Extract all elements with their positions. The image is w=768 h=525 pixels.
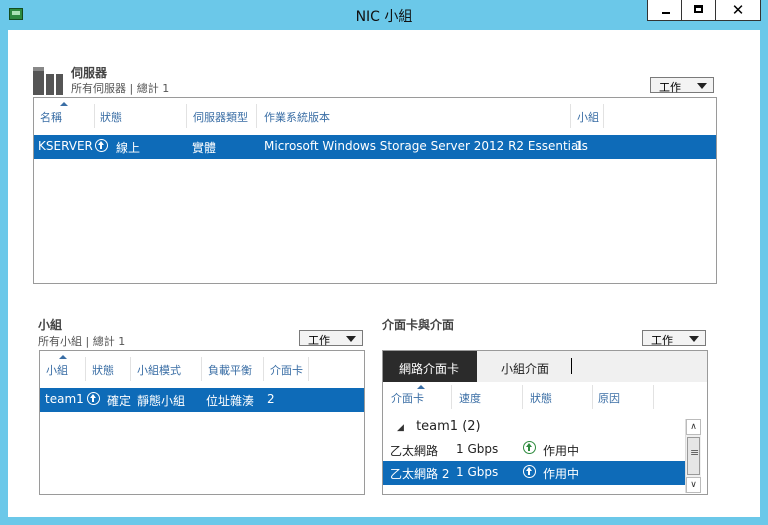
col-header-server-type[interactable]: 伺服器類型 (189, 109, 248, 125)
vertical-scrollbar[interactable]: ∧ ∨ (685, 419, 701, 493)
collapse-triangle-icon: ◢ (397, 423, 404, 433)
adapter-name: 乙太網路 2 (390, 467, 450, 481)
close-icon: ✕ (731, 1, 745, 19)
adapters-table-header: 介面卡 速度 狀態 原因 (383, 383, 707, 411)
teams-table: 小組 狀態 小組模式 負載平衡 介面卡 team1 確定 靜態小組 位址雜湊 2 (39, 350, 365, 495)
adapters-tasks-label: 工作 (651, 334, 673, 347)
table-row[interactable]: 乙太網路 2 1 Gbps 作用中 (383, 461, 689, 485)
online-icon (95, 139, 108, 153)
servers-title: 伺服器 (71, 66, 108, 80)
server-icon (33, 67, 63, 95)
adapters-panel: 網路介面卡 小組介面 介面卡 速度 狀態 原因 ◢ team1 (2) 乙太網路 (382, 350, 708, 495)
server-type: 實體 (192, 141, 217, 155)
servers-subtitle: 所有伺服器 | 總計 1 (71, 82, 170, 95)
text-cursor (571, 358, 572, 374)
scroll-up-icon[interactable]: ∧ (686, 419, 701, 435)
tab-network-adapters[interactable]: 網路介面卡 (383, 351, 477, 382)
adapters-tabs: 網路介面卡 小組介面 (383, 351, 707, 382)
maximize-button[interactable] (681, 0, 716, 21)
servers-tasks-label: 工作 (659, 81, 681, 94)
col-header-status[interactable]: 狀態 (526, 390, 552, 406)
chevron-down-icon (346, 336, 356, 342)
group-row[interactable]: ◢ team1 (2) (397, 419, 481, 434)
ok-icon (87, 392, 100, 406)
server-status: 線上 (116, 141, 141, 155)
sort-ascending-icon (417, 385, 425, 389)
col-header-team-mode[interactable]: 小組模式 (133, 362, 181, 378)
scrollbar-thumb[interactable] (687, 437, 700, 475)
adapter-speed: 1 Gbps (456, 442, 499, 456)
table-row[interactable]: KSERVER 線上 實體 Microsoft Windows Storage … (34, 135, 716, 159)
close-button[interactable]: ✕ (715, 0, 761, 21)
col-header-adapter[interactable]: 介面卡 (387, 390, 424, 406)
nic-teaming-window: NIC 小組 ✕ 伺服器 所有伺服器 | 總計 1 工作 名稱 狀態 伺服器類型… (0, 0, 768, 525)
team-adapters: 2 (267, 392, 275, 406)
scroll-down-icon[interactable]: ∨ (686, 477, 701, 493)
adapter-status: 作用中 (543, 467, 580, 481)
teams-title: 小組 (38, 318, 63, 332)
col-header-name[interactable]: 名稱 (36, 109, 62, 125)
team-name: team1 (45, 392, 84, 406)
col-header-team[interactable]: 小組 (42, 362, 68, 378)
chevron-down-icon (689, 336, 699, 342)
adapter-status: 作用中 (543, 444, 580, 458)
table-row[interactable]: 乙太網路 1 Gbps 作用中 (383, 437, 687, 461)
col-header-speed[interactable]: 速度 (455, 390, 481, 406)
table-row[interactable]: team1 確定 靜態小組 位址雜湊 2 (40, 388, 364, 412)
col-header-adapters[interactable]: 介面卡 (266, 362, 303, 378)
teams-table-header: 小組 狀態 小組模式 負載平衡 介面卡 (40, 351, 364, 387)
client-area: 伺服器 所有伺服器 | 總計 1 工作 名稱 狀態 伺服器類型 作業系統版本 小… (8, 30, 760, 517)
teams-tasks-label: 工作 (308, 334, 330, 347)
teams-tasks-button[interactable]: 工作 (299, 330, 363, 347)
server-teams: 1 (575, 139, 583, 153)
col-header-teams[interactable]: 小組 (573, 109, 599, 125)
chevron-down-icon (697, 83, 707, 89)
adapter-speed: 1 Gbps (456, 465, 499, 479)
server-os: Microsoft Windows Storage Server 2012 R2… (264, 139, 588, 153)
col-header-status[interactable]: 狀態 (88, 362, 114, 378)
minimize-button[interactable] (647, 0, 682, 21)
window-controls: ✕ (647, 0, 761, 22)
col-header-reason[interactable]: 原因 (594, 390, 620, 406)
team-load-balancing: 位址雜湊 (206, 394, 255, 408)
servers-tasks-button[interactable]: 工作 (650, 77, 714, 94)
active-icon (523, 465, 536, 479)
tab-team-interfaces[interactable]: 小組介面 (501, 360, 549, 377)
col-header-status[interactable]: 狀態 (96, 109, 122, 125)
team-status: 確定 (107, 394, 132, 408)
servers-table: 名稱 狀態 伺服器類型 作業系統版本 小組 KSERVER 線上 實體 Micr… (33, 97, 717, 284)
sort-ascending-icon (60, 102, 68, 106)
adapters-tasks-button[interactable]: 工作 (642, 330, 706, 347)
adapter-name: 乙太網路 (390, 444, 439, 458)
teams-subtitle: 所有小組 | 總計 1 (38, 335, 126, 348)
servers-table-header: 名稱 狀態 伺服器類型 作業系統版本 小組 (34, 98, 716, 134)
title-bar[interactable]: NIC 小組 ✕ (0, 0, 768, 30)
server-name: KSERVER (38, 139, 93, 153)
col-header-load-balancing[interactable]: 負載平衡 (204, 362, 252, 378)
sort-ascending-icon (59, 355, 67, 359)
team-mode: 靜態小組 (137, 394, 186, 408)
adapters-title: 介面卡與介面 (382, 318, 455, 332)
active-icon (523, 441, 536, 455)
group-label: team1 (2) (416, 419, 481, 434)
col-header-os-version[interactable]: 作業系統版本 (260, 109, 330, 125)
